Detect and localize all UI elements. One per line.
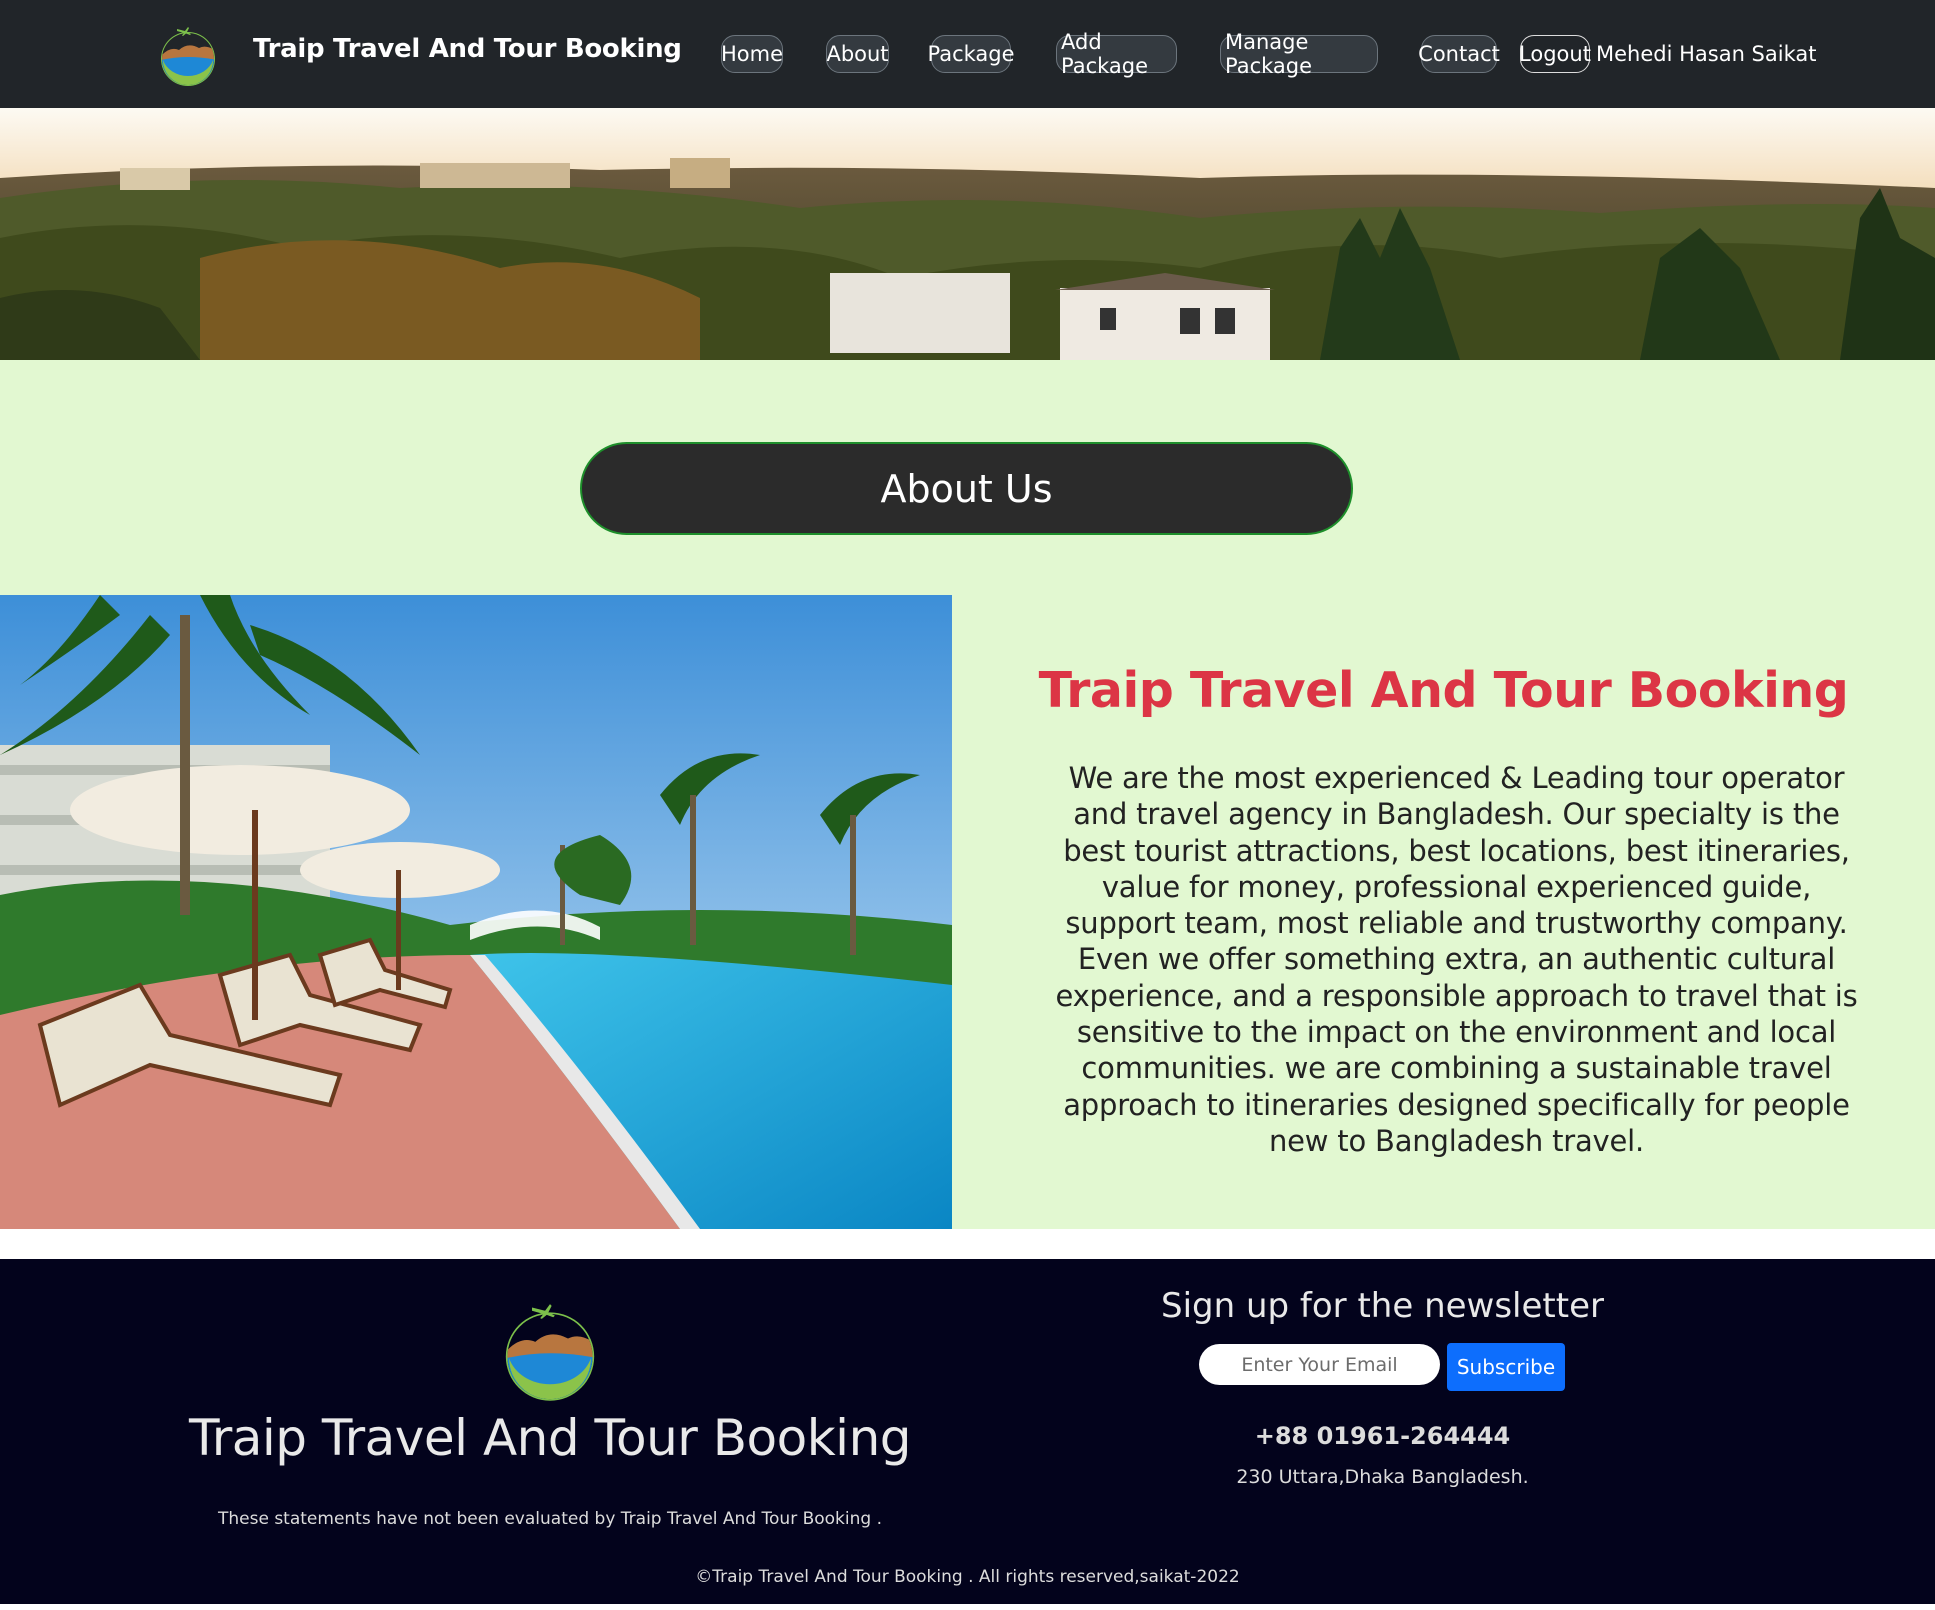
brand-name[interactable]: Traip Travel And Tour Booking [253,34,682,64]
hero-banner-image [0,108,1935,360]
about-description: We are the most experienced & Leading to… [1055,761,1858,1158]
travel-logo-icon[interactable] [155,22,221,88]
footer: Traip Travel And Tour Booking These stat… [0,1259,1935,1604]
subscribe-button[interactable]: Subscribe [1447,1343,1565,1391]
footer-phone: +88 01961-264444 [1254,1422,1511,1450]
footer-disclaimer: These statements have not been evaluated… [217,1509,882,1529]
nav-package-link[interactable]: Package [927,35,1015,73]
nav-contact-link[interactable]: Contact [1418,35,1500,73]
nav-about-link[interactable]: About [826,35,889,73]
newsletter-title: Sign up for the newsletter [1161,1286,1604,1326]
footer-brand-name: Traip Travel And Tour Booking [189,1409,912,1467]
travel-logo-icon [505,1304,595,1401]
navbar: Traip Travel And Tour Booking Home About… [0,0,1935,108]
nav-home-link[interactable]: Home [721,35,783,73]
nav-add-package-link[interactable]: Add Package [1056,30,1177,78]
about-section: About Us Traip Travel And Tour Booking W… [0,360,1935,1229]
footer-copyright: ©Traip Travel And Tour Booking . All rig… [695,1567,1240,1587]
logout-button[interactable]: Logout [1519,35,1591,73]
resort-pool-image [0,595,952,1229]
about-heading: Traip Travel And Tour Booking [1038,662,1849,719]
user-name: Mehedi Hasan Saikat [1596,42,1817,66]
about-section-title: About Us [580,442,1353,535]
nav-manage-package-link[interactable]: Manage Package [1220,30,1378,78]
newsletter-email-input[interactable] [1199,1344,1440,1385]
footer-address: 230 Uttara,Dhaka Bangladesh. [1236,1466,1529,1488]
